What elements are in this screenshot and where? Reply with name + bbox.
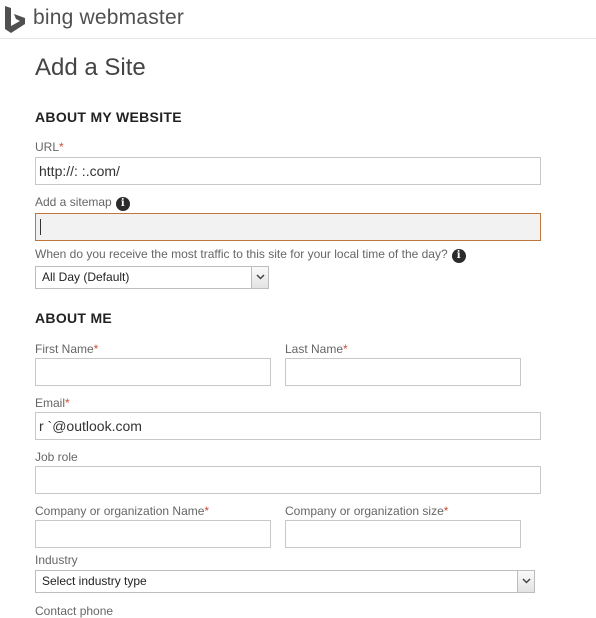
brand-name[interactable]: bing webmaster	[33, 6, 184, 30]
email-value: r `@outlook.com	[39, 418, 142, 434]
url-input[interactable]: http://: :.com/	[35, 157, 541, 185]
required-marker: *	[443, 504, 449, 518]
traffic-selected-value: All Day (Default)	[42, 270, 130, 284]
sitemap-input[interactable]	[35, 213, 541, 241]
section-heading-about-me: ABOUT ME	[35, 310, 113, 326]
required-marker: *	[204, 504, 210, 518]
company-size-input[interactable]	[285, 520, 521, 548]
company-name-input[interactable]	[35, 520, 271, 548]
first-name-input[interactable]	[35, 358, 271, 386]
first-name-label-text: First Name	[35, 342, 94, 356]
url-value: http://: :.com/	[39, 163, 120, 179]
industry-select[interactable]: Select industry type	[35, 570, 535, 593]
traffic-label: When do you receive the most traffic to …	[35, 247, 466, 263]
header: bing webmaster	[0, 0, 596, 39]
sitemap-label: Add a sitemap i	[35, 195, 130, 211]
company-name-label-text: Company or organization Name	[35, 504, 205, 518]
industry-label-text: Industry	[35, 553, 78, 567]
job-role-input[interactable]	[35, 466, 541, 494]
company-size-label-text: Company or organization size	[285, 504, 444, 518]
traffic-label-text: When do you receive the most traffic to …	[35, 247, 448, 261]
dropdown-button[interactable]	[517, 571, 534, 592]
bing-logo-icon[interactable]	[4, 6, 26, 34]
company-name-label: Company or organization Name*	[35, 504, 209, 518]
required-marker: *	[65, 396, 70, 410]
last-name-input[interactable]	[285, 358, 521, 386]
job-role-label: Job role	[35, 450, 78, 464]
sitemap-label-text: Add a sitemap	[35, 195, 112, 209]
last-name-label-text: Last Name	[285, 342, 344, 356]
company-size-label: Company or organization size*	[285, 504, 448, 518]
text-caret	[40, 219, 41, 235]
info-icon[interactable]: i	[451, 249, 466, 263]
last-name-label: Last Name*	[285, 342, 348, 356]
url-label-text: URL	[35, 140, 60, 154]
email-label-text: Email	[35, 396, 66, 410]
required-marker: *	[93, 342, 99, 356]
job-role-label-text: Job role	[35, 450, 78, 464]
email-input[interactable]: r `@outlook.com	[35, 412, 541, 440]
section-heading-website: ABOUT MY WEBSITE	[35, 109, 182, 125]
info-icon[interactable]: i	[115, 197, 130, 211]
traffic-select[interactable]: All Day (Default)	[35, 266, 269, 289]
dropdown-button[interactable]	[251, 267, 268, 288]
required-marker: *	[59, 140, 64, 154]
chevron-down-icon	[256, 274, 265, 280]
page-title: Add a Site	[35, 54, 146, 81]
contact-phone-label-text: Contact phone	[35, 604, 114, 618]
industry-selected-value: Select industry type	[42, 574, 147, 588]
industry-label: Industry	[35, 553, 78, 567]
contact-phone-label: Contact phone	[35, 604, 113, 618]
url-label: URL*	[35, 140, 64, 154]
required-marker: *	[343, 342, 348, 356]
chevron-down-icon	[522, 578, 531, 584]
first-name-label: First Name*	[35, 342, 98, 356]
email-label: Email*	[35, 396, 70, 410]
